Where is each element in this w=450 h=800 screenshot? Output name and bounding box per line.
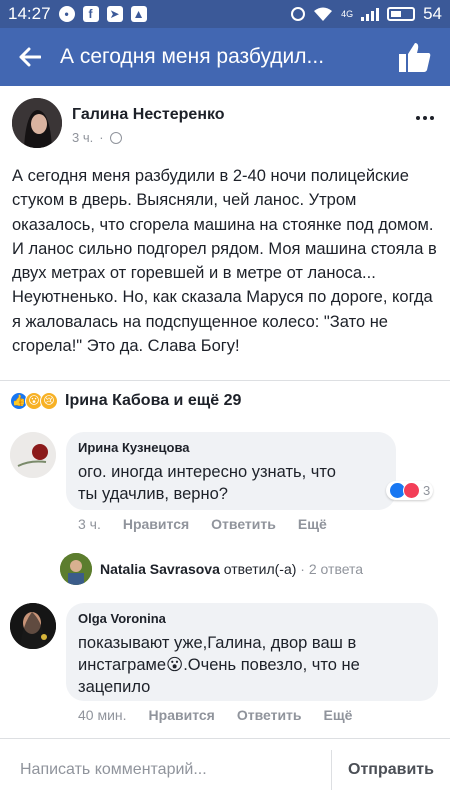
love-reaction-icon bbox=[403, 482, 420, 499]
commenter-avatar[interactable] bbox=[10, 432, 56, 478]
more-options-button[interactable] bbox=[416, 116, 434, 120]
sad-reaction-icon: 😢 bbox=[40, 391, 58, 410]
comment-composer: Написать комментарий... Отправить bbox=[0, 738, 450, 800]
battery-icon bbox=[387, 7, 416, 21]
messenger-icon: • bbox=[58, 6, 75, 22]
comment-time: 40 мин. bbox=[78, 707, 127, 723]
back-button[interactable] bbox=[0, 28, 60, 86]
arrow-left-icon bbox=[19, 47, 41, 67]
navigation-bar: А сегодня меня разбудил... bbox=[0, 28, 450, 86]
more-comment-button[interactable]: Ещё bbox=[298, 516, 327, 532]
reply-comment-button[interactable]: Ответить bbox=[237, 707, 302, 723]
author-avatar[interactable] bbox=[12, 98, 62, 148]
facebook-icon: f bbox=[82, 6, 99, 22]
alarm-icon bbox=[291, 7, 306, 21]
like-comment-button[interactable]: Нравится bbox=[149, 707, 215, 723]
reply-separator: · bbox=[296, 561, 309, 577]
reply-avatar bbox=[60, 553, 92, 585]
comment-text: ого. иногда интересно узнать, что ты уда… bbox=[78, 463, 336, 503]
comment-bubble[interactable]: Ирина Кузнецова ого. иногда интересно уз… bbox=[66, 432, 396, 510]
comment-bubble[interactable]: Olga Voronina показывают уже,Галина, дво… bbox=[66, 603, 438, 701]
thumbs-up-icon bbox=[399, 43, 431, 72]
comment-reaction-count[interactable]: 3 bbox=[386, 481, 434, 500]
comment-actions: 40 мин. Нравится Ответить Ещё bbox=[78, 707, 352, 723]
page-title: А сегодня меня разбудил... bbox=[60, 45, 325, 68]
comment-actions: 3 ч. Нравится Ответить Ещё bbox=[78, 516, 327, 532]
reactions-names: Ірина Кабова и ещё 29 bbox=[65, 391, 242, 409]
like-page-button[interactable] bbox=[380, 28, 450, 86]
battery-level: 54 bbox=[423, 4, 442, 23]
network-type: 4G bbox=[341, 9, 354, 19]
wifi-icon bbox=[314, 7, 333, 21]
post-author[interactable]: Галина Нестеренко bbox=[72, 106, 225, 124]
comment-text: показывают уже,Галина, двор ваш в инстаг… bbox=[78, 634, 360, 696]
comment-author[interactable]: Ирина Кузнецова bbox=[78, 440, 384, 455]
status-bar: 14:27 • f ➤ ▲ 4G 54 bbox=[0, 0, 450, 28]
reply-author: Natalia Savrasova bbox=[100, 561, 220, 577]
post-header: Галина Нестеренко 3 ч. · bbox=[0, 86, 450, 160]
send-button[interactable]: Отправить bbox=[332, 761, 450, 779]
comment-time: 3 ч. bbox=[78, 516, 101, 532]
globe-icon bbox=[109, 131, 122, 144]
clock: 14:27 bbox=[8, 4, 51, 23]
reply-action: ответил(-а) bbox=[219, 561, 297, 577]
reply-comment-button[interactable]: Ответить bbox=[211, 516, 276, 532]
telegram-icon: ➤ bbox=[106, 6, 123, 22]
signal-icon bbox=[361, 7, 380, 21]
more-comment-button[interactable]: Ещё bbox=[324, 707, 353, 723]
commenter-avatar[interactable] bbox=[10, 603, 56, 649]
reactions-summary[interactable]: 👍 😮 😢 Ірина Кабова и ещё 29 bbox=[0, 380, 450, 420]
post-time[interactable]: 3 ч. bbox=[72, 130, 93, 145]
post-meta: 3 ч. · bbox=[72, 130, 122, 145]
comment-input[interactable]: Написать комментарий... bbox=[0, 761, 331, 779]
post-text: А сегодня меня разбудили в 2-40 ночи пол… bbox=[12, 167, 437, 356]
like-comment-button[interactable]: Нравится bbox=[123, 516, 189, 532]
gallery-icon: ▲ bbox=[130, 6, 147, 22]
comment-author[interactable]: Olga Voronina bbox=[78, 611, 426, 626]
reply-count: 2 ответа bbox=[308, 561, 364, 577]
replies-link[interactable]: Natalia Savrasova ответил(-а) · 2 ответа bbox=[60, 553, 363, 585]
